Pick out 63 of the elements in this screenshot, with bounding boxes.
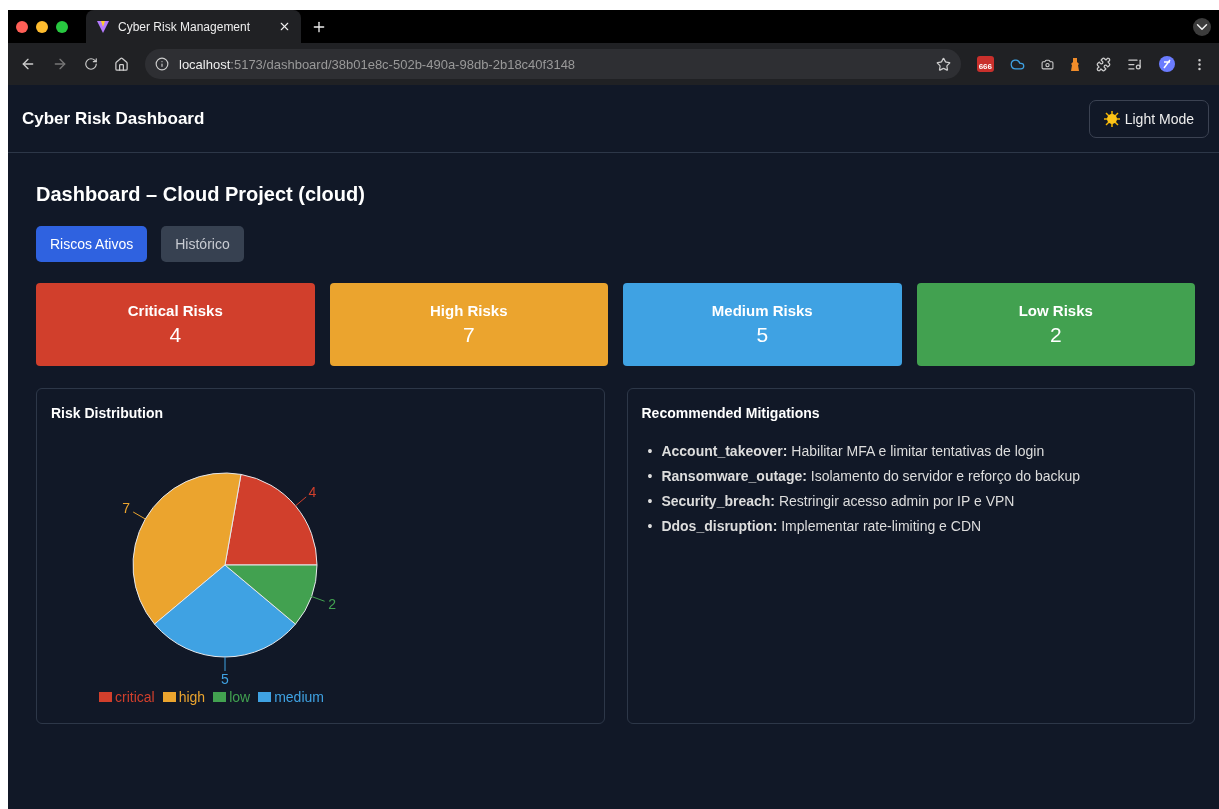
minimize-window-icon[interactable]	[36, 20, 48, 33]
back-icon[interactable]	[20, 56, 36, 72]
panel-title: Risk Distribution	[51, 405, 164, 421]
info-icon	[155, 57, 169, 71]
bullet: •	[647, 442, 653, 461]
legend-label: medium	[274, 689, 324, 705]
tab-title: Cyber Risk Management	[118, 19, 252, 34]
card-label: Critical Risks	[127, 302, 223, 319]
light-mode-button[interactable]: Light Mode	[1088, 99, 1209, 138]
data-label: 7	[122, 500, 131, 516]
mitigation-text: Ransomware_outage: Isolamento do servidor e reforço do backup	[661, 467, 1081, 486]
close-window-icon[interactable]	[16, 20, 28, 33]
sun-icon	[1103, 110, 1120, 127]
legend-swatch-icon	[213, 692, 227, 702]
leader-line	[224, 656, 226, 672]
page-title: Dashboard – Cloud Project (cloud)	[36, 183, 366, 206]
maximize-window-icon[interactable]	[56, 20, 68, 33]
url-text: localhost:5173/dashboard/38b01e8c-502b-490a-98db-2b18c40f3148	[179, 56, 577, 72]
legend-swatch-icon	[258, 692, 272, 702]
bookmark-star-icon[interactable]	[935, 56, 951, 72]
home-icon[interactable]	[114, 56, 129, 72]
cloud-icon[interactable]	[1010, 56, 1025, 72]
browser-tab[interactable]: Cyber Risk Management	[86, 10, 301, 43]
app-title: Cyber Risk Dashboard	[22, 108, 205, 129]
leader-line	[132, 511, 146, 520]
mitigation-text: Security_breach: Restringir acesso admin por IP e VPN	[661, 492, 1015, 511]
data-label: 2	[328, 596, 336, 612]
camera-icon[interactable]	[1041, 57, 1054, 71]
address-bar[interactable]: localhost:5173/dashboard/38b01e8c-502b-490a-98db-2b18c40f3148	[145, 49, 961, 79]
logo-icon	[96, 19, 110, 34]
extensions-icon[interactable]	[1096, 56, 1111, 72]
card-value: 7	[462, 323, 475, 347]
profile-icon[interactable]	[1158, 55, 1176, 73]
chess-piece-icon[interactable]	[1070, 57, 1080, 71]
tab-search-icon[interactable]	[1193, 17, 1211, 36]
card-value: 2	[1049, 323, 1062, 347]
tab[interactable]: Riscos Ativos	[36, 226, 148, 262]
close-icon[interactable]	[278, 20, 291, 33]
legend-swatch-icon	[162, 692, 176, 702]
panel-title: Recommended Mitigations	[641, 405, 821, 421]
forward-icon[interactable]	[52, 56, 68, 72]
leader-line	[310, 595, 326, 602]
legend-label: high	[178, 689, 206, 705]
data-label: 5	[221, 671, 229, 685]
bullet: •	[647, 467, 653, 486]
card-value: 5	[756, 323, 769, 347]
legend-label: critical	[115, 689, 155, 705]
reload-icon[interactable]	[84, 57, 98, 71]
card-value: 4	[169, 323, 182, 347]
card-label: Low Risks	[1018, 302, 1093, 319]
legend-swatch-icon	[99, 692, 112, 702]
card-label: High Risks	[430, 302, 508, 319]
mitigation-text: Account_takeover: Habilitar MFA e limitar tentativas de login	[661, 442, 1045, 461]
leader-line	[295, 496, 307, 507]
extension-badge[interactable]: 666	[976, 56, 994, 72]
media-icon[interactable]	[1127, 56, 1142, 72]
bullet: •	[647, 517, 653, 536]
tab[interactable]: Histórico	[161, 226, 244, 262]
mitigation-text: Ddos_disruption: Implementar rate-limiting e CDN	[661, 517, 982, 536]
card-label: Medium Risks	[711, 302, 813, 319]
bullet: •	[647, 492, 653, 511]
data-label: 4	[308, 483, 317, 500]
legend-label: low	[229, 689, 251, 705]
